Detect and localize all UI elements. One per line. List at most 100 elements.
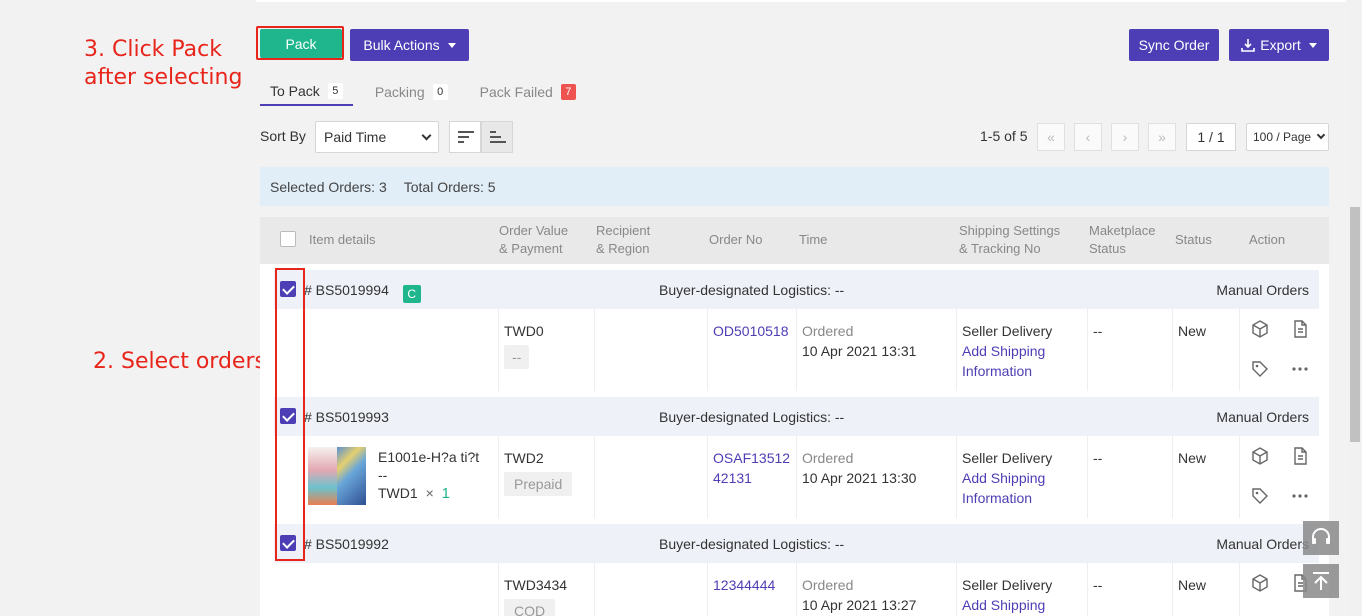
sort-desc-icon-bar xyxy=(458,141,464,143)
column-order-no: Order No xyxy=(709,232,763,247)
recipient-cell xyxy=(594,563,708,616)
column-time: Time xyxy=(799,232,828,247)
page-scrollbar[interactable] xyxy=(1348,0,1362,616)
tab-count-badge: 7 xyxy=(560,84,576,100)
tab-label: To Pack xyxy=(270,83,320,99)
recipient-cell xyxy=(594,309,708,391)
sort-select[interactable]: Paid Time xyxy=(315,121,439,153)
bulk-actions-button[interactable]: Bulk Actions xyxy=(350,29,469,61)
column-recipient-line-2: & Region xyxy=(596,241,650,256)
buyer-logistics: Buyer-designated Logistics: -- xyxy=(659,536,845,552)
order-number-text: # BS5019994 xyxy=(304,282,389,298)
payment-method: COD xyxy=(504,599,556,616)
package-icon[interactable] xyxy=(1250,446,1270,466)
document-icon[interactable] xyxy=(1290,319,1310,339)
sort-descending-button[interactable] xyxy=(449,121,481,153)
payment-method: Prepaid xyxy=(504,472,573,496)
export-label: Export xyxy=(1260,37,1301,53)
sort-asc-icon-bar xyxy=(490,136,501,138)
add-shipping-link[interactable]: Add Shipping Information xyxy=(962,341,1088,381)
order-no-link[interactable]: OD5010518 xyxy=(713,321,797,341)
first-page-button[interactable]: « xyxy=(1037,123,1065,151)
annotation-step-3: 3. Click Pack after selecting xyxy=(84,36,242,92)
shipping-cell: Seller Delivery Add Shipping xyxy=(956,563,1088,616)
selected-orders-count: Selected Orders: 3 xyxy=(270,178,387,195)
pack-highlight-box xyxy=(256,26,344,60)
tab-to-pack[interactable]: To Pack 5 xyxy=(260,78,353,106)
order-time: 10 Apr 2021 13:27 xyxy=(802,597,917,613)
column-order-value-line-2: & Payment xyxy=(499,241,563,256)
more-options-icon[interactable] xyxy=(1290,486,1310,506)
order-time: 10 Apr 2021 13:31 xyxy=(802,343,917,359)
order-row: # BS5019993 Buyer-designated Logistics: … xyxy=(260,391,1329,518)
sort-ascending-button[interactable] xyxy=(481,121,513,153)
order-no-link[interactable]: 12344444 xyxy=(713,575,797,595)
order-value: TWD0 xyxy=(504,323,544,339)
order-value: TWD2 xyxy=(504,450,544,466)
item-quantity: 1 xyxy=(441,485,450,502)
column-marketplace-line-1: Maketplace xyxy=(1089,223,1156,238)
shipping-cell: Seller Delivery Add Shipping Information xyxy=(956,436,1088,518)
customer-support-button[interactable] xyxy=(1303,521,1339,555)
back-to-top-button[interactable] xyxy=(1303,564,1339,598)
page-size-select[interactable]: 100 / Page xyxy=(1246,123,1329,151)
export-button[interactable]: Export xyxy=(1229,29,1329,61)
order-source: Manual Orders xyxy=(1216,536,1309,552)
more-options-icon[interactable] xyxy=(1290,359,1310,379)
add-shipping-link[interactable]: Add Shipping Information xyxy=(962,468,1088,508)
column-shipping-line-2: & Tracking No xyxy=(959,241,1041,256)
payment-method: -- xyxy=(504,345,530,369)
column-shipping-line-1: Shipping Settings xyxy=(959,223,1061,238)
marketplace-status-cell: -- xyxy=(1087,563,1173,616)
order-no-line-1: OSAF13512 xyxy=(713,450,791,466)
sort-desc-icon-bar xyxy=(458,136,469,138)
time-label: Ordered xyxy=(802,323,854,339)
action-cell xyxy=(1239,436,1319,518)
prev-page-button[interactable]: ‹ xyxy=(1074,123,1102,151)
package-icon[interactable] xyxy=(1250,319,1270,339)
tab-pack-failed[interactable]: Pack Failed 7 xyxy=(470,78,586,106)
tab-label: Pack Failed xyxy=(479,84,553,100)
order-no-link[interactable]: OSAF13512 42131 xyxy=(713,448,797,488)
order-value-cell: TWD3434 COD xyxy=(498,563,595,616)
select-all-checkbox[interactable] xyxy=(280,231,296,247)
last-page-button[interactable]: » xyxy=(1148,123,1176,151)
order-header: # BS5019992 Buyer-designated Logistics: … xyxy=(274,524,1319,563)
page-number-input[interactable]: 1 / 1 xyxy=(1186,123,1236,151)
order-value: TWD3434 xyxy=(504,577,568,593)
column-shipping: Shipping Settings & Tracking No xyxy=(959,222,1060,258)
tag-icon[interactable] xyxy=(1250,359,1270,379)
add-shipping-line-2: Information xyxy=(962,363,1033,379)
column-action: Action xyxy=(1249,232,1286,247)
tab-label: Packing xyxy=(374,84,425,100)
annotation-step-3-line-2: after selecting xyxy=(84,65,243,90)
scrollbar-thumb[interactable] xyxy=(1350,207,1360,442)
add-shipping-link[interactable]: Add Shipping xyxy=(962,595,1088,615)
column-order-value: Order Value & Payment xyxy=(499,222,568,258)
chevron-down-icon xyxy=(1316,130,1326,140)
column-item-details: Item details xyxy=(309,232,376,247)
status-cell: New xyxy=(1172,563,1240,616)
sync-order-button[interactable]: Sync Order xyxy=(1129,29,1219,61)
add-shipping-line-1: Add Shipping xyxy=(962,470,1046,486)
package-icon[interactable] xyxy=(1250,573,1270,593)
order-number: # BS5019992 xyxy=(304,536,389,552)
document-icon[interactable] xyxy=(1290,446,1310,466)
tag-icon[interactable] xyxy=(1250,486,1270,506)
order-no-cell: 12344444 xyxy=(707,563,797,616)
time-cell: Ordered 10 Apr 2021 13:27 xyxy=(796,563,957,616)
top-panel-edge xyxy=(256,0,1346,2)
shipping-cell: Seller Delivery Add Shipping Information xyxy=(956,309,1088,391)
orders-table-body: # BS5019994 C Buyer-designated Logistics… xyxy=(260,264,1329,616)
order-no-cell: OD5010518 xyxy=(707,309,797,391)
marketplace-status-cell: -- xyxy=(1087,309,1173,391)
next-page-button[interactable]: › xyxy=(1111,123,1139,151)
buyer-logistics: Buyer-designated Logistics: -- xyxy=(659,409,845,425)
order-number: # BS5019994 C xyxy=(304,282,421,303)
page-size-value: 100 / Page xyxy=(1253,130,1312,144)
tab-packing[interactable]: Packing 0 xyxy=(365,78,458,106)
order-row: # BS5019992 Buyer-designated Logistics: … xyxy=(260,518,1329,616)
arrow-up-icon xyxy=(1313,572,1329,590)
item-name: E1001e-H?a ti?t xyxy=(378,449,480,465)
order-header: # BS5019993 Buyer-designated Logistics: … xyxy=(274,397,1319,436)
